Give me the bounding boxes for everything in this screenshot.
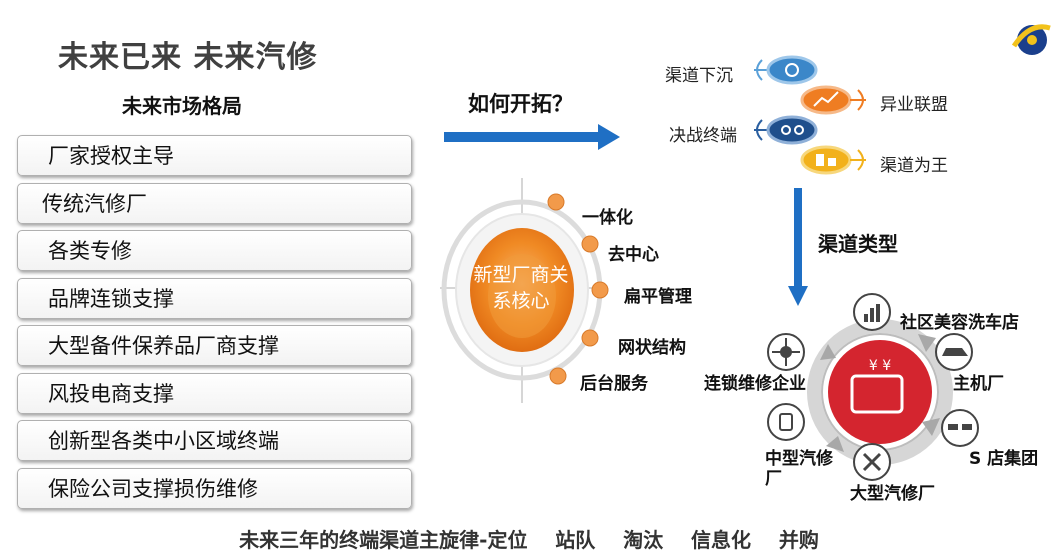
feature-label: 一体化: [582, 208, 633, 228]
section-subtitle: 未来市场格局: [122, 94, 242, 118]
channel-label: 连锁维修企业: [704, 374, 806, 394]
list-item: 各类专修: [17, 230, 412, 271]
company-logo-icon: [1011, 24, 1051, 55]
strategy-label: 异业联盟: [880, 95, 948, 115]
feature-label: 去中心: [608, 245, 659, 265]
footer-tagline: 未来三年的终端渠道主旋律-定位 站队 淘汰 信息化 并购: [239, 528, 819, 552]
arrow-down-icon: [788, 188, 808, 306]
channel-label: 社区美容洗车店: [900, 313, 1019, 333]
feature-label: 网状结构: [618, 338, 686, 358]
list-item: 保险公司支撑损伤维修: [17, 467, 412, 509]
feature-label: 扁平管理: [624, 287, 692, 307]
strategy-label: 渠道为王: [880, 156, 948, 176]
list-item: 厂家授权主导: [17, 135, 412, 176]
channel-label: 中型汽修厂: [765, 449, 833, 489]
cars-icon: [948, 424, 958, 430]
list-item: 品牌连锁支撑: [17, 277, 412, 319]
list-item: 大型备件保养品厂商支撑: [17, 325, 412, 366]
list-item: 创新型各类中小区域终端: [17, 420, 412, 461]
feature-label: 后台服务: [580, 374, 648, 394]
strategy-label: 决战终端: [669, 126, 737, 146]
list-item: 传统汽修厂: [17, 182, 412, 224]
svg-text:¥ ¥: ¥ ¥: [869, 358, 891, 374]
market-structure-list: 厂家授权主导 传统汽修厂 各类专修 品牌连锁支撑 大型备件保养品厂商支撑 风投电…: [17, 135, 412, 515]
strategy-label: 渠道下沉: [665, 66, 733, 86]
arrow-right-icon: [444, 124, 620, 150]
channels-label: 渠道类型: [818, 232, 898, 256]
channel-label: S 店集团: [969, 449, 1039, 469]
bar-chart-icon: [864, 314, 868, 322]
question-label: 如何开拓？: [468, 92, 573, 116]
core-label: 新型厂商关系核心: [473, 264, 569, 312]
page-title: 未来已来 未来汽修: [58, 40, 318, 75]
list-item: 风投电商支撑: [17, 372, 412, 414]
channel-label: 大型汽修厂: [850, 484, 935, 504]
chart-icon: [816, 154, 824, 166]
channel-label: 主机厂: [953, 374, 1004, 394]
